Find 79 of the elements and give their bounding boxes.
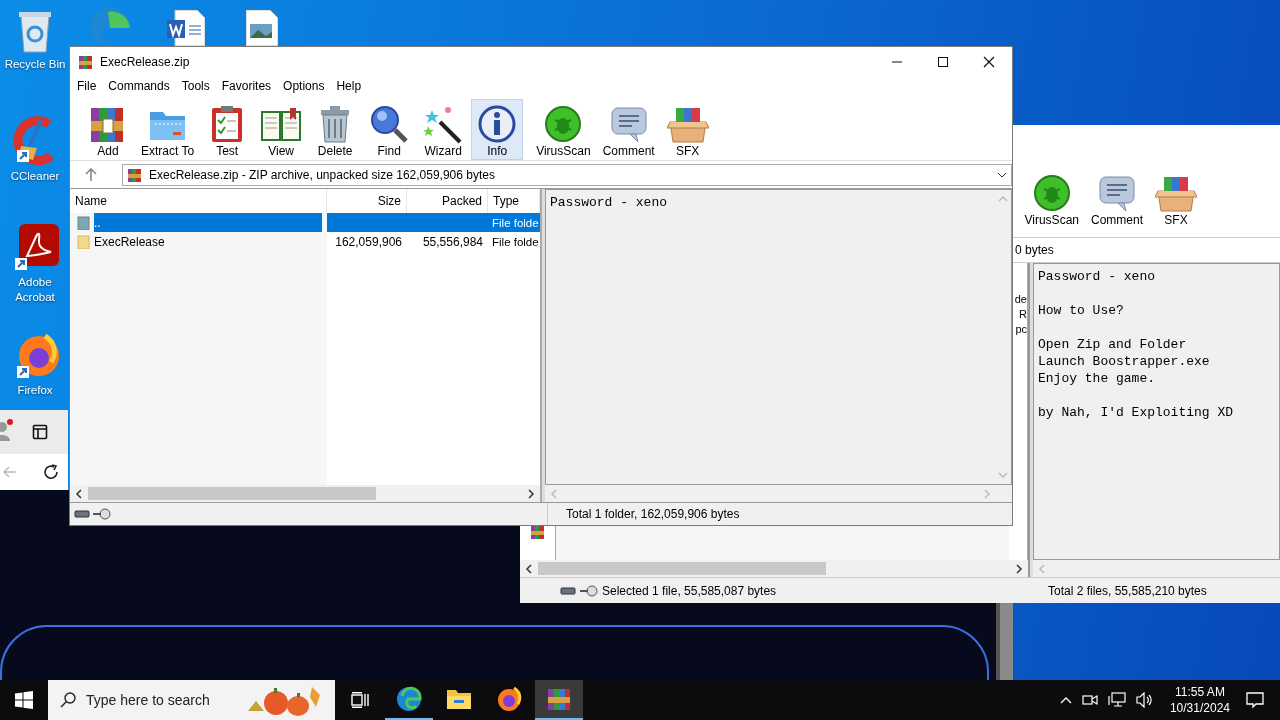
books-icon [546, 686, 572, 712]
archive-info-text: 0 bytes [1015, 243, 1054, 257]
comment-text: How to Use? [1038, 302, 1125, 319]
camera-icon[interactable] [1081, 693, 1098, 707]
comment-text: Enjoy the game. [1038, 370, 1157, 387]
toolbar-button[interactable]: SFX [661, 99, 714, 160]
toolbar-button[interactable]: VirusScan [1019, 172, 1084, 229]
clock-date[interactable]: 10/31/2024 [1169, 700, 1230, 716]
address-field[interactable]: ExecRelease.zip - ZIP archive, unpacked size 162,059,906 bytes [122, 163, 1012, 186]
comment-text: Password - xeno [1038, 268, 1157, 285]
toolbar-button[interactable]: Info [471, 99, 524, 160]
menu-item[interactable]: File [77, 79, 97, 93]
up-arrow-icon[interactable] [85, 167, 97, 182]
toolbar-button[interactable]: Delete [309, 99, 362, 160]
word-document-icon[interactable] [165, 10, 205, 46]
volume-icon[interactable] [1135, 692, 1154, 708]
table-cell: pc [1015, 323, 1027, 336]
clock-time[interactable]: 11:55 AM [1175, 684, 1225, 700]
drive-icon [74, 509, 90, 519]
toolbar-button[interactable]: Add [82, 99, 134, 160]
file-row[interactable]: ExecRelease 162,059,906 55,556,984 File folde [70, 232, 540, 251]
key-icon [580, 584, 598, 597]
toolbar-button[interactable]: SFX [1150, 172, 1202, 229]
comment-text: Launch Boostrapper.exe [1038, 353, 1211, 370]
status-text: Selected 1 file, 55,585,087 bytes [602, 583, 777, 598]
toolbar-button[interactable]: Find [363, 99, 416, 160]
image-file-icon[interactable] [246, 10, 278, 46]
firefox-icon [496, 686, 522, 712]
menu-item[interactable]: Tools [181, 79, 210, 93]
status-text: Total 1 folder, 162,059,906 bytes [565, 507, 740, 521]
dropdown-caret-icon [997, 170, 1007, 179]
desktop-icon-label[interactable]: Recycle Bin [4, 57, 66, 72]
toolbar-button[interactable]: Comment [597, 99, 660, 160]
comment-text: by Nah, I'd Exploiting XD [1038, 404, 1235, 421]
search-field[interactable]: Type here to search [86, 692, 236, 708]
folder-icon [446, 688, 472, 710]
archive-icon [529, 524, 546, 540]
network-icon[interactable] [1107, 692, 1126, 708]
speech-bubble-icon [1096, 173, 1138, 213]
parent-folder-icon [77, 215, 91, 230]
status-text: Total 2 files, 55,585,210 bytes [1047, 583, 1207, 598]
toolbar-button[interactable]: VirusScan [531, 99, 596, 160]
horizontal-scrollbar[interactable] [70, 485, 540, 502]
table-cell: R [1019, 308, 1027, 321]
toolbar-button[interactable]: Extract To [136, 99, 200, 160]
comment-text: Open Zip and Folder [1038, 336, 1188, 353]
desktop-icon-label[interactable]: CCleaner [10, 169, 60, 184]
desktop-icon-label[interactable]: Firefox [17, 383, 53, 398]
menu-item[interactable]: Favorites [221, 79, 272, 93]
chevron-up-icon[interactable] [1059, 696, 1072, 704]
toolbar-button[interactable]: View [255, 99, 308, 160]
close-icon[interactable] [983, 55, 995, 68]
task-view-icon[interactable] [351, 692, 369, 708]
menu-item[interactable]: Commands [108, 79, 170, 93]
archive-icon [78, 53, 94, 70]
scroll-right-icon[interactable] [526, 488, 536, 499]
file-row[interactable]: .. File folde [70, 213, 540, 232]
key-icon [93, 508, 111, 520]
drive-icon [560, 585, 576, 596]
menu-item[interactable]: Help [336, 79, 362, 93]
toolbar-button[interactable]: Comment [1086, 172, 1148, 229]
menu-item[interactable]: Options [283, 79, 325, 93]
search-icon [60, 692, 76, 708]
maximize-icon[interactable] [937, 55, 949, 68]
folder-icon [77, 234, 91, 249]
archive-icon [127, 166, 143, 183]
comment-text: Password - xeno [550, 194, 669, 211]
toolbar-button[interactable]: Wizard [417, 99, 470, 160]
reload-icon[interactable] [42, 463, 60, 481]
scroll-left-icon[interactable] [524, 563, 534, 574]
tab-icon[interactable] [32, 424, 48, 440]
start-icon[interactable] [15, 691, 33, 709]
toolbar-button[interactable]: Test [201, 99, 254, 160]
table-cell: de [1014, 293, 1027, 306]
desktop-icon-label[interactable]: Adobe Acrobat [2, 275, 68, 305]
scroll-left-icon[interactable] [74, 488, 84, 499]
notifications-icon[interactable] [1246, 691, 1264, 709]
scroll-right-icon[interactable] [1014, 563, 1024, 574]
window-title: ExecRelease.zip [100, 54, 190, 69]
